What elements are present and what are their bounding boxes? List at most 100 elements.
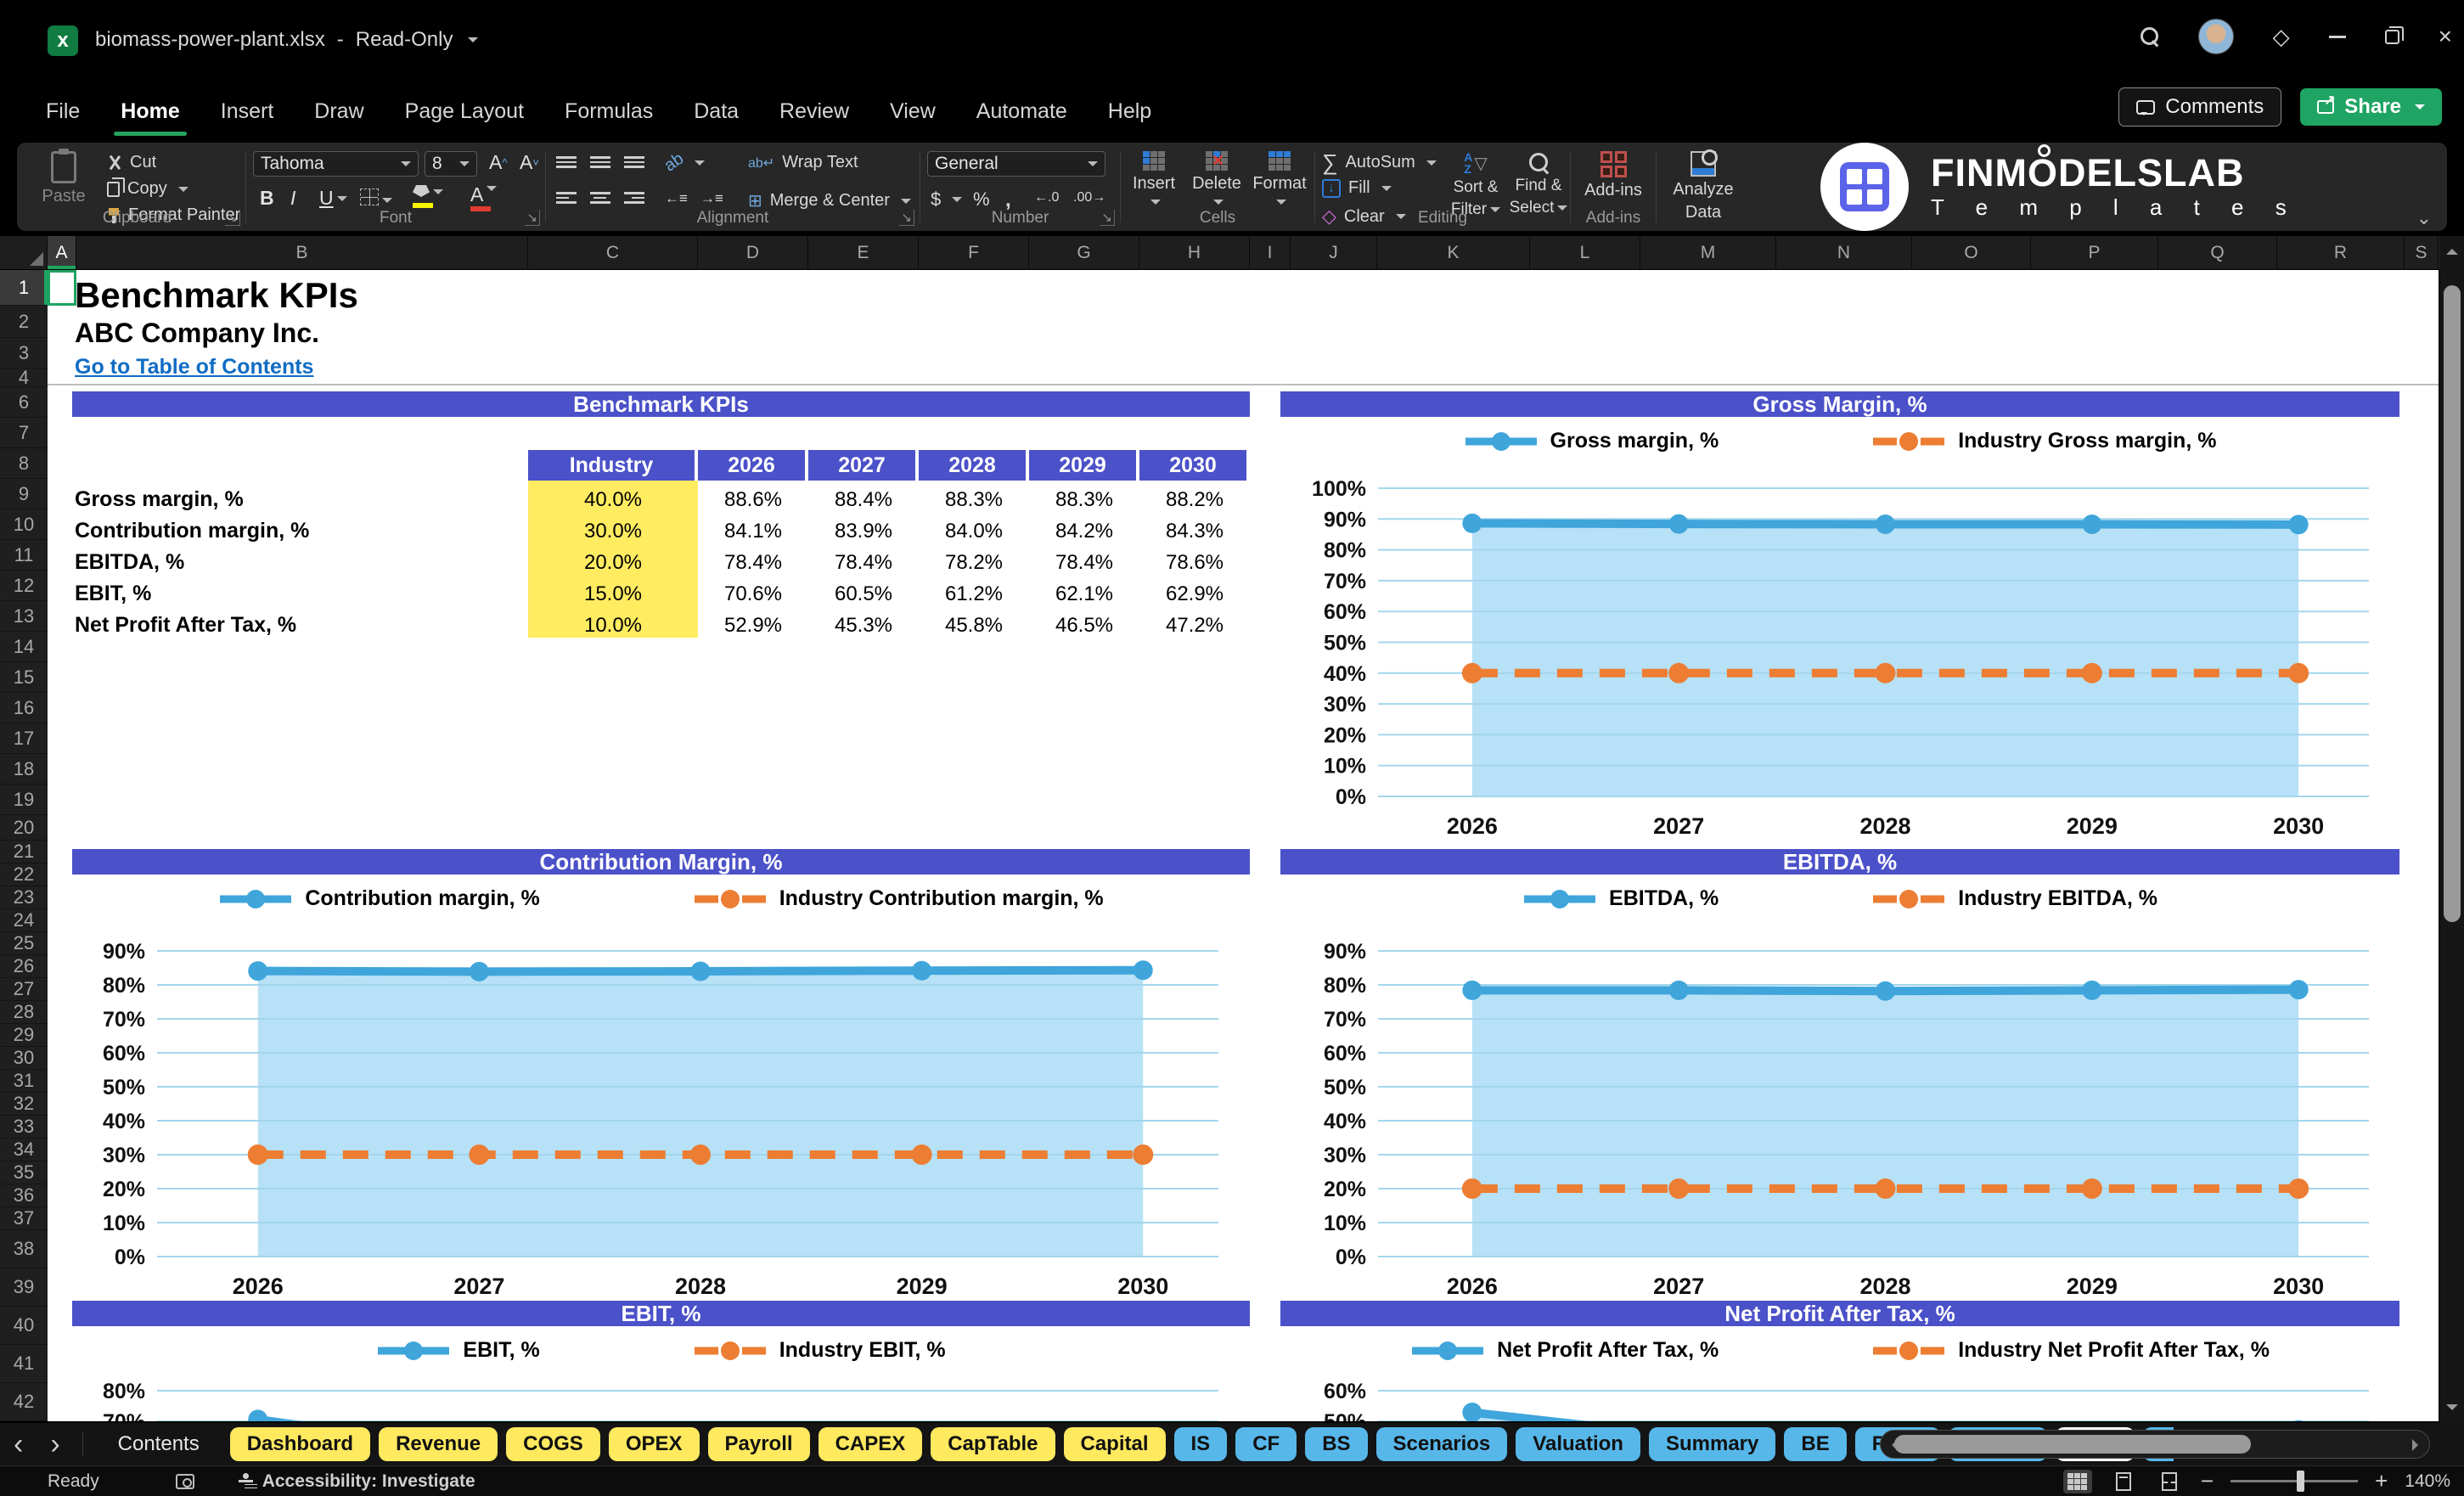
sheet-tab-capex[interactable]: CAPEX bbox=[818, 1427, 923, 1461]
scroll-up-icon[interactable] bbox=[2446, 243, 2458, 255]
row-header-7[interactable]: 7 bbox=[0, 418, 48, 448]
year-value-cell[interactable]: 84.2% bbox=[1029, 515, 1139, 547]
align-right-icon[interactable] bbox=[624, 192, 644, 204]
year-value-cell[interactable]: 88.2% bbox=[1139, 484, 1250, 515]
font-size-select[interactable]: 8 bbox=[425, 151, 477, 177]
scroll-down-icon[interactable] bbox=[2446, 1404, 2458, 1416]
row-header-40[interactable]: 40 bbox=[0, 1307, 48, 1345]
row-header-38[interactable]: 38 bbox=[0, 1230, 48, 1268]
bold-button[interactable]: B bbox=[255, 187, 279, 210]
column-header-K[interactable]: K bbox=[1377, 236, 1530, 269]
share-button[interactable]: Share bbox=[2300, 88, 2442, 126]
wrap-text-button[interactable]: ab↵ Wrap Text bbox=[748, 153, 858, 172]
align-center-icon[interactable] bbox=[590, 192, 610, 204]
chart-ebit-[interactable]: EBIT, %EBIT, %Industry EBIT, %80%70%60%5… bbox=[72, 1301, 1250, 1421]
autosum-button[interactable]: ∑ AutoSum bbox=[1322, 149, 1437, 176]
menu-tab-data[interactable]: Data bbox=[692, 94, 740, 129]
column-header-G[interactable]: G bbox=[1029, 236, 1139, 269]
row-header-16[interactable]: 16 bbox=[0, 693, 48, 723]
row-header-24[interactable]: 24 bbox=[0, 909, 48, 932]
row-header-6[interactable]: 6 bbox=[0, 387, 48, 418]
year-value-cell[interactable]: 61.2% bbox=[919, 578, 1029, 610]
sheet-tab-revenue[interactable]: Revenue bbox=[379, 1427, 498, 1461]
table-header-2028[interactable]: 2028 bbox=[919, 450, 1026, 481]
column-header-B[interactable]: B bbox=[76, 236, 528, 269]
decrease-decimal-button[interactable]: .00→ bbox=[1073, 190, 1105, 205]
minimize-button[interactable] bbox=[2328, 35, 2346, 38]
year-value-cell[interactable]: 78.6% bbox=[1139, 547, 1250, 578]
year-value-cell[interactable]: 45.8% bbox=[919, 610, 1029, 641]
number-dialog-launcher[interactable]: ↘ bbox=[1100, 210, 1115, 226]
row-header-41[interactable]: 41 bbox=[0, 1345, 48, 1383]
column-header-H[interactable]: H bbox=[1139, 236, 1250, 269]
insert-cells-button[interactable]: Insert bbox=[1124, 143, 1184, 207]
year-value-cell[interactable]: 84.3% bbox=[1139, 515, 1250, 547]
year-value-cell[interactable]: 84.0% bbox=[919, 515, 1029, 547]
addins-button[interactable]: Add-ins bbox=[1578, 143, 1649, 200]
page-break-view-button[interactable] bbox=[2155, 1470, 2184, 1493]
kpi-row-label[interactable]: EBIT, % bbox=[75, 578, 516, 610]
horizontal-scroll-thumb[interactable] bbox=[1894, 1435, 2251, 1454]
sheet-tab-valuation[interactable]: Valuation bbox=[1516, 1427, 1640, 1461]
industry-value-cell[interactable]: 40.0% bbox=[528, 484, 698, 515]
accessibility-status[interactable]: Accessibility: Investigate bbox=[262, 1471, 475, 1492]
year-value-cell[interactable]: 83.9% bbox=[808, 515, 919, 547]
sheet-tab-scenarios[interactable]: Scenarios bbox=[1375, 1427, 1508, 1461]
year-value-cell[interactable]: 46.5% bbox=[1029, 610, 1139, 641]
column-header-E[interactable]: E bbox=[808, 236, 919, 269]
column-header-S[interactable]: S bbox=[2405, 236, 2439, 269]
kpi-row-label[interactable]: Gross margin, % bbox=[75, 484, 516, 515]
select-all-corner[interactable] bbox=[0, 236, 48, 269]
italic-button[interactable]: I bbox=[285, 187, 301, 210]
increase-indent-button[interactable]: →≡ bbox=[700, 190, 723, 207]
row-header-36[interactable]: 36 bbox=[0, 1184, 48, 1207]
copy-button[interactable]: Copy bbox=[107, 177, 188, 199]
sheet-tab-summary[interactable]: Summary bbox=[1648, 1427, 1776, 1461]
row-header-10[interactable]: 10 bbox=[0, 509, 48, 540]
industry-value-cell[interactable]: 10.0% bbox=[528, 610, 698, 641]
restore-button[interactable] bbox=[2384, 25, 2404, 44]
sheet-tab-is[interactable]: IS bbox=[1173, 1427, 1228, 1461]
kpi-row-label[interactable]: Net Profit After Tax, % bbox=[75, 610, 516, 641]
zoom-slider-thumb[interactable] bbox=[2297, 1471, 2305, 1492]
year-value-cell[interactable]: 62.9% bbox=[1139, 578, 1250, 610]
menu-tab-home[interactable]: Home bbox=[114, 94, 188, 136]
row-header-35[interactable]: 35 bbox=[0, 1161, 48, 1184]
fill-button[interactable]: ↓ Fill bbox=[1322, 178, 1392, 198]
row-header-13[interactable]: 13 bbox=[0, 601, 48, 632]
industry-value-cell[interactable]: 30.0% bbox=[528, 515, 698, 547]
year-value-cell[interactable]: 78.2% bbox=[919, 547, 1029, 578]
year-value-cell[interactable]: 88.3% bbox=[919, 484, 1029, 515]
normal-view-button[interactable] bbox=[2062, 1469, 2092, 1493]
year-value-cell[interactable]: 88.4% bbox=[808, 484, 919, 515]
row-header-17[interactable]: 17 bbox=[0, 723, 48, 754]
industry-value-cell[interactable]: 15.0% bbox=[528, 578, 698, 610]
row-header-1[interactable]: 1 bbox=[0, 270, 48, 306]
year-value-cell[interactable]: 88.6% bbox=[698, 484, 808, 515]
row-header-31[interactable]: 31 bbox=[0, 1070, 48, 1093]
menu-tab-page-layout[interactable]: Page Layout bbox=[403, 94, 526, 129]
row-header-19[interactable]: 19 bbox=[0, 785, 48, 815]
sheet-tab-payroll[interactable]: Payroll bbox=[707, 1427, 810, 1461]
chart-ebitda-[interactable]: EBITDA, % EBITDA, % Industry EBITDA, % 90% 8… bbox=[1280, 849, 2399, 1301]
kpi-row-label[interactable]: Contribution margin, % bbox=[75, 515, 516, 547]
align-bottom-icon[interactable] bbox=[624, 156, 644, 168]
find-select-button[interactable]: Find & Select bbox=[1509, 143, 1568, 217]
year-value-cell[interactable]: 45.3% bbox=[808, 610, 919, 641]
column-header-C[interactable]: C bbox=[528, 236, 698, 269]
menu-tab-draw[interactable]: Draw bbox=[312, 94, 365, 129]
row-header-8[interactable]: 8 bbox=[0, 448, 48, 479]
clipboard-dialog-launcher[interactable]: ↘ bbox=[225, 210, 240, 226]
column-header-M[interactable]: M bbox=[1640, 236, 1776, 269]
table-header-2027[interactable]: 2027 bbox=[808, 450, 915, 481]
font-dialog-launcher[interactable]: ↘ bbox=[525, 210, 540, 226]
menu-tab-file[interactable]: File bbox=[44, 94, 82, 129]
alignment-dialog-launcher[interactable]: ↘ bbox=[899, 210, 914, 226]
kpi-row-label[interactable]: EBITDA, % bbox=[75, 547, 516, 578]
comments-button[interactable]: Comments bbox=[2118, 87, 2282, 127]
row-header-33[interactable]: 33 bbox=[0, 1116, 48, 1139]
row-header-29[interactable]: 29 bbox=[0, 1024, 48, 1047]
row-header-32[interactable]: 32 bbox=[0, 1093, 48, 1116]
zoom-level[interactable]: 140% bbox=[2405, 1471, 2450, 1492]
column-header-I[interactable]: I bbox=[1250, 236, 1291, 269]
